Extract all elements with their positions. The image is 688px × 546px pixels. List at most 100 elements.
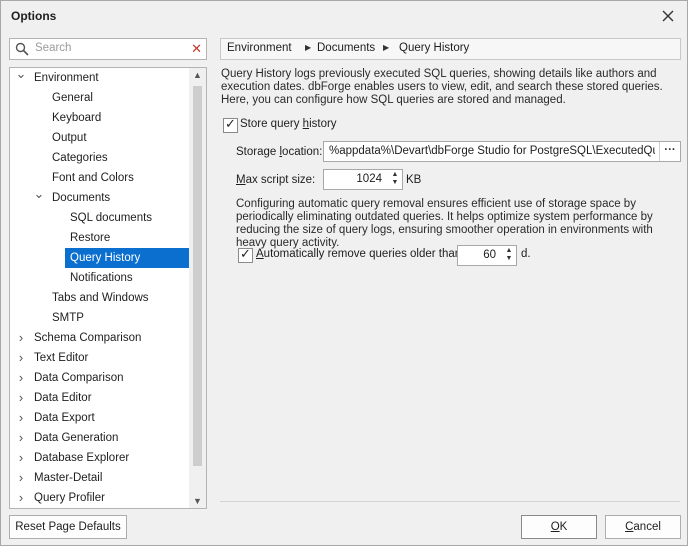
options-tree[interactable]: ⌄ Environment General Keyboard Output Categor…	[9, 67, 207, 509]
tree-item-label: General	[52, 92, 93, 104]
tree-item[interactable]: Query History	[65, 248, 189, 268]
close-icon[interactable]	[657, 5, 679, 27]
tree-item-label: Data Generation	[34, 432, 119, 444]
breadcrumb-item[interactable]: Documents	[317, 42, 375, 54]
tree-item[interactable]: › Data Comparison	[19, 368, 124, 388]
tree-item-label: Query History	[70, 252, 141, 264]
tree-item[interactable]: › Data Generation	[19, 428, 119, 448]
tree-item[interactable]: › Query Profiler	[19, 488, 105, 508]
chevron-right-icon[interactable]: ›	[14, 488, 28, 508]
chevron-down-icon[interactable]: ⌄	[32, 184, 46, 204]
tree-item[interactable]: › Data Export	[19, 408, 95, 428]
checkmark-icon: ✓	[240, 246, 251, 261]
chevron-right-icon[interactable]: ›	[14, 408, 28, 428]
search-box[interactable]: Search ✕	[9, 38, 207, 60]
chevron-right-icon[interactable]: ›	[14, 428, 28, 448]
tree-item-label: Restore	[70, 232, 111, 244]
chevron-right-icon[interactable]: ›	[14, 468, 28, 488]
search-input[interactable]: Search	[35, 42, 71, 54]
storage-location-value[interactable]: %appdata%\Devart\dbForge Studio for Post…	[329, 145, 655, 157]
tree-item[interactable]: › Data Editor	[19, 388, 92, 408]
chevron-right-icon[interactable]: ›	[14, 388, 28, 408]
auto-remove-days-stepper[interactable]: 60 ▲ ▼	[457, 245, 517, 266]
auto-remove-description: Configuring automatic query removal ensu…	[236, 198, 653, 249]
checkmark-icon: ✓	[225, 116, 236, 131]
tree-item[interactable]: General	[52, 88, 93, 108]
tree-item[interactable]: › Schema Comparison	[19, 328, 142, 348]
reset-page-defaults-button[interactable]: Reset Page Defaults	[9, 515, 127, 539]
tree-item[interactable]: Categories	[52, 148, 108, 168]
chevron-down-icon[interactable]: ⌄	[14, 68, 28, 84]
store-history-checkbox[interactable]: ✓	[223, 116, 238, 133]
storage-location-field[interactable]: %appdata%\Devart\dbForge Studio for Post…	[323, 141, 681, 162]
tree-item[interactable]: SMTP	[52, 308, 84, 328]
tree-item-label: SQL documents	[70, 212, 153, 224]
tree-item[interactable]: ⌄ Documents	[34, 186, 111, 208]
storage-location-label: Storage location:	[236, 146, 323, 158]
chevron-right-icon: ▶	[305, 43, 312, 52]
chevron-right-icon[interactable]: ›	[14, 328, 28, 348]
max-script-size-label: Max script size:	[236, 174, 316, 186]
tree-item[interactable]: Tabs and Windows	[52, 288, 149, 308]
tree-item[interactable]: Output	[52, 128, 87, 148]
tree-item-label: Categories	[52, 152, 108, 164]
chevron-right-icon[interactable]: ›	[14, 368, 28, 388]
max-script-size-value[interactable]: 1024	[356, 173, 382, 185]
spin-buttons[interactable]: ▲ ▼	[388, 170, 402, 189]
breadcrumb-item[interactable]: Query History	[399, 42, 469, 54]
breadcrumb: Environment ▶ Documents ▶ Query History	[220, 38, 681, 60]
window-title: Options	[11, 9, 57, 23]
tree-item-label: Tabs and Windows	[52, 292, 149, 304]
auto-remove-label: Automatically remove queries older than:	[256, 248, 465, 260]
cancel-button[interactable]: Cancel	[605, 515, 681, 539]
chevron-right-icon[interactable]: ›	[14, 448, 28, 468]
ok-button[interactable]: OK	[521, 515, 597, 539]
title-bar: Options	[1, 1, 687, 31]
tree-item[interactable]: › Text Editor	[19, 348, 89, 368]
scroll-thumb[interactable]	[193, 86, 202, 466]
auto-remove-unit: d.	[521, 248, 531, 260]
tree-item-label: Text Editor	[34, 352, 89, 364]
footer-divider	[220, 501, 680, 502]
tree-item-label: Output	[52, 132, 87, 144]
auto-remove-checkbox[interactable]: ✓	[238, 246, 253, 263]
tree-item[interactable]: › Master-Detail	[19, 468, 103, 488]
tree-item-label: Data Export	[34, 412, 95, 424]
tree-item-label: Data Comparison	[34, 372, 124, 384]
tree-item-label: Keyboard	[52, 112, 102, 124]
tree-item-label: Data Editor	[34, 392, 92, 404]
spin-buttons[interactable]: ▲ ▼	[502, 246, 516, 265]
tree-item-label: Database Explorer	[34, 452, 130, 464]
tree-item-label: Notifications	[70, 272, 133, 284]
tree-item[interactable]: Notifications	[70, 268, 133, 288]
decrement-icon[interactable]: ▼	[502, 255, 516, 262]
browse-button[interactable]: ···	[659, 142, 680, 161]
max-script-size-unit: KB	[406, 174, 422, 186]
tree-scrollbar[interactable]: ▲ ▼	[189, 68, 206, 508]
clear-search-icon[interactable]: ✕	[191, 41, 202, 57]
tree-item[interactable]: Font and Colors	[52, 168, 134, 188]
chevron-right-icon: ▶	[383, 43, 390, 52]
tree-item-label: Font and Colors	[52, 172, 134, 184]
scroll-up-icon[interactable]: ▲	[189, 70, 206, 80]
tree-item[interactable]: › Database Explorer	[19, 448, 130, 468]
breadcrumb-item[interactable]: Environment	[227, 42, 292, 54]
tree-item[interactable]: ⌄ Environment	[16, 68, 99, 88]
auto-remove-days-value[interactable]: 60	[483, 249, 496, 261]
tree-item-label: Documents	[52, 192, 111, 204]
increment-icon[interactable]: ▲	[502, 247, 516, 254]
increment-icon[interactable]: ▲	[388, 171, 402, 178]
page-description: Query History logs previously executed S…	[221, 68, 663, 106]
max-script-size-stepper[interactable]: 1024 ▲ ▼	[323, 169, 403, 190]
search-icon	[15, 42, 29, 59]
tree-item[interactable]: Keyboard	[52, 108, 101, 128]
tree-item-label: Query Profiler	[34, 492, 105, 504]
scroll-down-icon[interactable]: ▼	[189, 496, 206, 506]
tree-item[interactable]: Restore	[70, 228, 110, 248]
tree-item[interactable]: SQL documents	[70, 208, 152, 228]
decrement-icon[interactable]: ▼	[388, 179, 402, 186]
store-history-label: Store query history	[240, 118, 337, 130]
chevron-right-icon[interactable]: ›	[14, 348, 28, 368]
options-window: Options Search ✕ ⌄ Environment General Keyb…	[0, 0, 688, 546]
tree-item-label: Master-Detail	[34, 472, 103, 484]
